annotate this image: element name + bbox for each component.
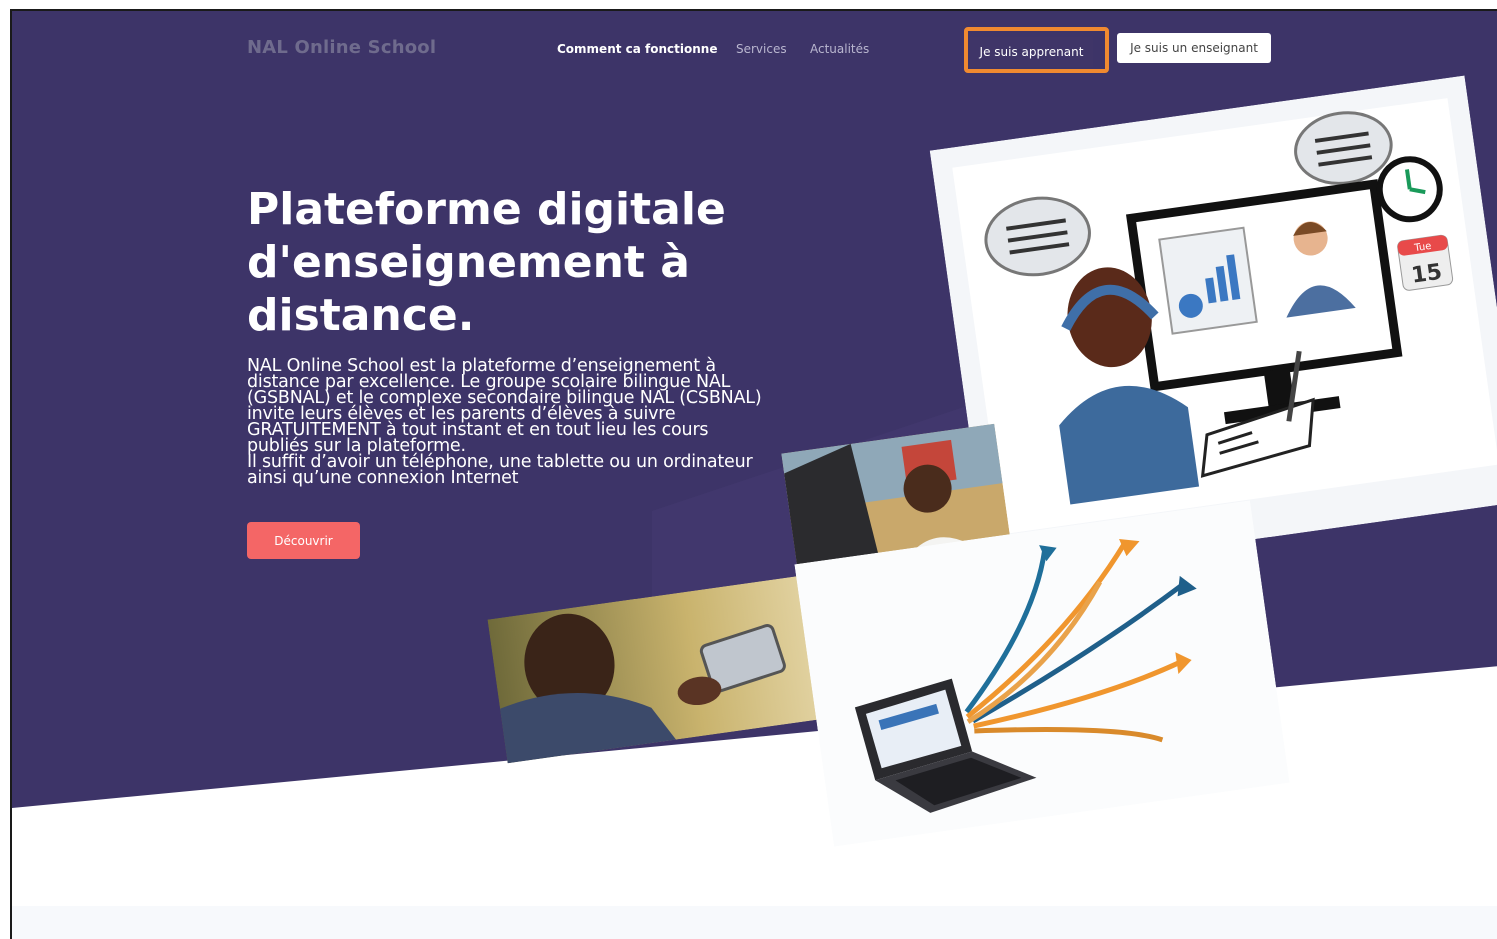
nav-services[interactable]: Services	[736, 42, 787, 56]
elearning-illustration: Tue 15	[929, 75, 1497, 577]
nav-news[interactable]: Actualités	[810, 42, 869, 56]
hero-description: NAL Online School est la plateforme d’en…	[247, 356, 767, 488]
hero-title: Plateforme digitale d'enseignement à dis…	[247, 184, 726, 341]
calendar-date: 15	[1410, 260, 1444, 289]
teacher-button[interactable]: Je suis un enseignant	[1117, 33, 1271, 63]
hero-paragraph-2: Il suffit d’avoir un téléphone, une tabl…	[247, 452, 753, 488]
discover-button[interactable]: Découvrir	[247, 522, 360, 559]
hero-paragraph-1: NAL Online School est la plateforme d’en…	[247, 356, 762, 456]
browser-viewport: NAL Online School Comment ca fonctionne …	[10, 9, 1497, 939]
next-section-band	[12, 906, 1497, 939]
student-button[interactable]: Je suis apprenant	[970, 37, 1093, 67]
brand-logo[interactable]: NAL Online School	[247, 37, 436, 58]
nav-how-it-works[interactable]: Comment ca fonctionne	[557, 42, 717, 56]
calendar-icon: Tue 15	[1397, 234, 1454, 291]
